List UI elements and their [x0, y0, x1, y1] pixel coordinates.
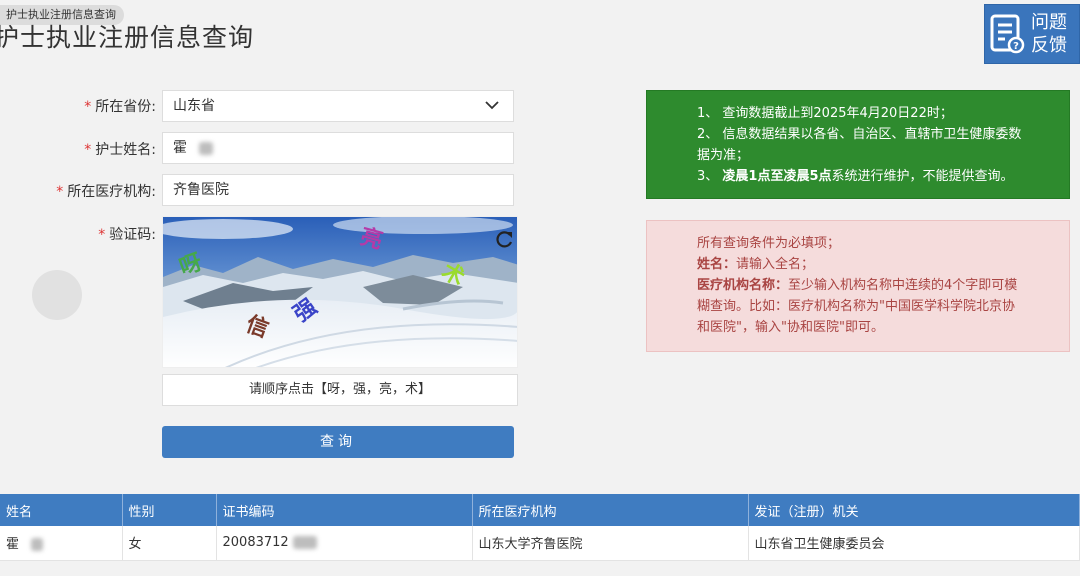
institution-input[interactable]: 齐鲁医院: [162, 174, 514, 206]
chevron-down-icon: [485, 101, 499, 110]
redacted-mask: [31, 538, 44, 552]
table-header-row: 姓名 性别 证书编码 所在医疗机构 发证（注册）机关: [0, 494, 1080, 526]
cell-institution: 山东大学齐鲁医院: [472, 526, 749, 561]
notice-item: 1、 查询数据截止到2025年4月20日22时；: [697, 106, 953, 121]
cell-gender: 女: [122, 526, 217, 561]
notice-line: 所有查询条件为必填项；: [697, 236, 841, 251]
notice-line: 糊查询。比如：医疗机构名称为"中国医学科学院北京协: [697, 299, 1015, 314]
refresh-icon[interactable]: [493, 229, 515, 251]
page-title: 护士执业注册信息查询: [0, 23, 255, 52]
notice-item: 2、 信息数据结果以各省、自治区、直辖市卫生健康委数: [697, 127, 1022, 142]
feedback-icon: ?: [985, 4, 1029, 64]
column-header-institution: 所在医疗机构: [472, 494, 749, 526]
cell-authority: 山东省卫生健康委员会: [748, 526, 1080, 561]
notice-requirements: 所有查询条件为必填项； 姓名：请输入全名； 医疗机构名称：至少输入机构名称中连续…: [646, 220, 1070, 352]
cell-cert: 20083712: [216, 526, 473, 561]
institution-label: * 所在医疗机构:: [56, 184, 156, 200]
notice-item: 据为准；: [697, 148, 750, 163]
notice-line: 医疗机构名称：至少输入机构名称中连续的4个字即可模: [697, 278, 1018, 293]
redacted-mask: [199, 141, 213, 155]
captcha-hint: 请顺序点击【呀，强，亮，术】: [162, 374, 518, 406]
feedback-button[interactable]: ? 问题 反馈: [984, 4, 1080, 64]
notice-line: 和医院"，输入"协和医院"即可。: [697, 320, 884, 335]
feedback-label: 问题 反馈: [1031, 12, 1067, 56]
column-header-cert: 证书编码: [216, 494, 473, 526]
search-button[interactable]: 查询: [162, 426, 514, 458]
page: 护士执业注册信息查询 护士执业注册信息查询 ? 问题 反馈 * 所在省份: 山东省: [0, 0, 1080, 576]
svg-text:?: ?: [1013, 41, 1019, 52]
floating-circle[interactable]: [32, 270, 82, 320]
column-header-authority: 发证（注册）机关: [748, 494, 1080, 526]
name-input[interactable]: 霍: [162, 132, 514, 164]
province-label: * 所在省份:: [84, 99, 156, 115]
notice-line: 姓名：请输入全名；: [697, 257, 815, 272]
province-select[interactable]: 山东省: [162, 90, 514, 122]
notice-info: 1、 查询数据截止到2025年4月20日22时； 2、 信息数据结果以各省、自治…: [646, 90, 1070, 199]
column-header-name: 姓名: [0, 494, 123, 526]
captcha-image[interactable]: 呀 亮 术 强 信: [162, 216, 518, 368]
redacted-mask: [292, 536, 317, 550]
cell-name: 霍: [0, 526, 123, 561]
notice-item: 3、 凌晨1点至凌晨5点系统进行维护，不能提供查询。: [697, 169, 1014, 184]
table-row[interactable]: 霍 女 20083712 山东大学齐鲁医院 山东省卫生健康委员会: [0, 526, 1080, 561]
captcha-label: * 验证码:: [98, 227, 156, 243]
snow-mountain-image: [163, 217, 517, 367]
results-table: 姓名 性别 证书编码 所在医疗机构 发证（注册）机关 霍 女 20083712 …: [0, 494, 1080, 561]
name-label: * 护士姓名:: [84, 142, 156, 158]
column-header-gender: 性别: [122, 494, 217, 526]
